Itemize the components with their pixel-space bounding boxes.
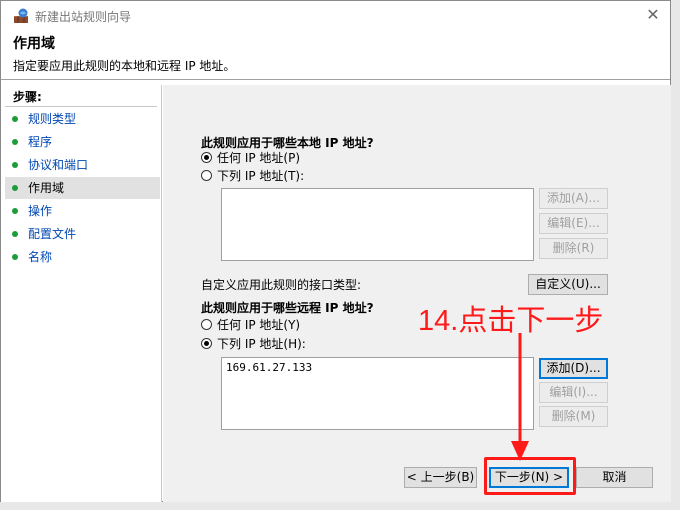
steps-label: 步骤: [13, 90, 42, 104]
radio-button[interactable] [201, 338, 212, 349]
local-edit-button[interactable]: 编辑(E)... [539, 213, 608, 234]
page-description: 指定要应用此规则的本地和远程 IP 地址。 [13, 59, 236, 73]
list-item[interactable]: 169.61.27.133 [222, 358, 533, 377]
local-ip-list[interactable] [221, 188, 534, 261]
step-bullet-icon [12, 162, 18, 168]
step-bullet-icon [12, 116, 18, 122]
step-label: 规则类型 [28, 112, 77, 126]
radio-button[interactable] [201, 152, 212, 163]
step-label: 操作 [28, 204, 53, 218]
radio-button[interactable] [201, 170, 212, 181]
annotation-arrow-icon [511, 333, 529, 461]
header-divider [1, 79, 670, 80]
page-title: 作用域 [13, 36, 55, 52]
background-strip [0, 502, 680, 510]
content-pane: 此规则应用于哪些本地 IP 地址? 任何 IP 地址(P) 下列 IP 地址(T… [163, 85, 671, 503]
annotation-highlight-box [484, 457, 576, 495]
remote-remove-button[interactable]: 删除(M) [539, 406, 608, 427]
radio-label: 任何 IP 地址(Y) [217, 318, 301, 332]
remote-ip-list[interactable]: 169.61.27.133 [221, 357, 534, 430]
radio-label: 下列 IP 地址(T): [217, 169, 305, 183]
step-label: 程序 [28, 135, 53, 149]
step-action[interactable]: 操作 [5, 200, 160, 222]
interface-types-label: 自定义应用此规则的接口类型: [201, 278, 362, 292]
firewall-app-icon [14, 8, 28, 23]
close-icon[interactable]: ✕ [642, 4, 664, 26]
step-label: 作用域 [28, 181, 65, 195]
step-program[interactable]: 程序 [5, 131, 160, 153]
steps-divider [5, 106, 157, 107]
radio-label: 任何 IP 地址(P) [217, 151, 301, 165]
steps-pane: 步骤: 规则类型 程序 协议和端口 作用域 操作 配置文件 名称 [1, 85, 162, 503]
step-bullet-icon [12, 139, 18, 145]
step-bullet-icon [12, 231, 18, 237]
radio-button[interactable] [201, 319, 212, 330]
step-name[interactable]: 名称 [5, 246, 160, 268]
cancel-button[interactable]: 取消 [576, 467, 653, 488]
step-rule-type[interactable]: 规则类型 [5, 108, 160, 130]
step-label: 协议和端口 [28, 158, 89, 172]
local-ip-heading: 此规则应用于哪些本地 IP 地址? [201, 136, 374, 150]
step-profile[interactable]: 配置文件 [5, 223, 160, 245]
step-scope[interactable]: 作用域 [5, 177, 160, 199]
window-title: 新建出站规则向导 [35, 10, 132, 24]
step-label: 配置文件 [28, 227, 77, 241]
remote-add-button[interactable]: 添加(D)... [539, 358, 608, 379]
title-bar: 新建出站规则向导 ✕ [1, 1, 670, 31]
local-add-button[interactable]: 添加(A)... [539, 188, 608, 209]
remote-ip-heading: 此规则应用于哪些远程 IP 地址? [201, 301, 374, 315]
step-bullet-icon [12, 254, 18, 260]
step-bullet-icon [12, 208, 18, 214]
wizard-window: 新建出站规则向导 ✕ 作用域 指定要应用此规则的本地和远程 IP 地址。 步骤:… [0, 0, 671, 503]
step-protocol-ports[interactable]: 协议和端口 [5, 154, 160, 176]
step-label: 名称 [28, 250, 53, 264]
customize-interface-button[interactable]: 自定义(U)... [528, 274, 608, 295]
remote-edit-button[interactable]: 编辑(I)... [539, 382, 608, 403]
back-button[interactable]: < 上一步(B) [404, 467, 477, 488]
radio-label: 下列 IP 地址(H): [217, 337, 306, 351]
step-bullet-icon [12, 185, 18, 191]
local-remove-button[interactable]: 删除(R) [539, 238, 608, 259]
